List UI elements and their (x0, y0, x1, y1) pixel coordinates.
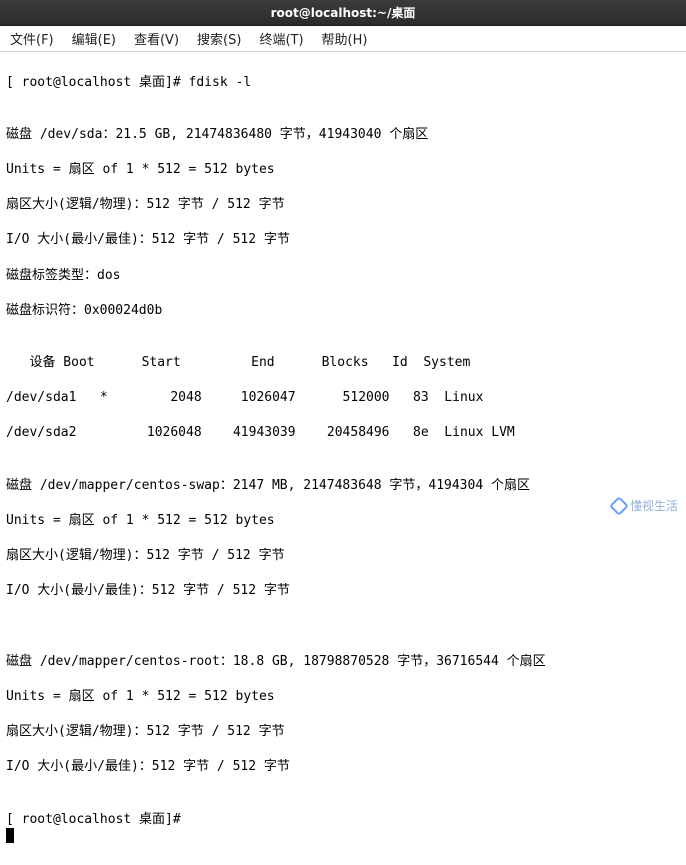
menu-file[interactable]: 文件(F) (10, 29, 54, 48)
output-line: 磁盘标识符：0x00024d0b (6, 302, 680, 320)
menubar: 文件(F) 编辑(E) 查看(V) 搜索(S) 终端(T) 帮助(H) (0, 26, 686, 52)
output-line: Units = 扇区 of 1 * 512 = 512 bytes (6, 161, 680, 179)
output-line: Units = 扇区 of 1 * 512 = 512 bytes (6, 688, 680, 706)
table-header: 设备 Boot Start End Blocks Id System (6, 354, 680, 372)
window-title: root@localhost:~/桌面 (271, 4, 416, 21)
menu-edit[interactable]: 编辑(E) (72, 29, 116, 48)
output-line: I/O 大小(最小/最佳)：512 字节 / 512 字节 (6, 582, 680, 600)
prompt-line: [ root@localhost 桌面]# (6, 812, 189, 827)
table-row: /dev/sda2 1026048 41943039 20458496 8e L… (6, 424, 680, 442)
output-line: 磁盘标签类型：dos (6, 267, 680, 285)
terminal-area[interactable]: [ root@localhost 桌面]# fdisk -l 磁盘 /dev/s… (0, 52, 686, 865)
cursor-icon (6, 828, 14, 843)
watermark-logo-icon (609, 496, 629, 516)
output-line: 扇区大小(逻辑/物理)：512 字节 / 512 字节 (6, 723, 680, 741)
window-titlebar: root@localhost:~/桌面 (0, 0, 686, 26)
prompt-line: [ root@localhost 桌面]# fdisk -l (6, 74, 680, 92)
menu-terminal[interactable]: 终端(T) (259, 29, 303, 48)
output-line: 磁盘 /dev/sda：21.5 GB, 21474836480 字节，4194… (6, 126, 680, 144)
output-line: 磁盘 /dev/mapper/centos-root：18.8 GB, 1879… (6, 653, 680, 671)
menu-view[interactable]: 查看(V) (134, 29, 179, 48)
output-line: 扇区大小(逻辑/物理)：512 字节 / 512 字节 (6, 547, 680, 565)
output-line: Units = 扇区 of 1 * 512 = 512 bytes (6, 512, 680, 530)
output-line: 磁盘 /dev/mapper/centos-swap：2147 MB, 2147… (6, 477, 680, 495)
menu-search[interactable]: 搜索(S) (197, 29, 241, 48)
watermark: 懂视生活 (612, 497, 678, 514)
output-line: I/O 大小(最小/最佳)：512 字节 / 512 字节 (6, 231, 680, 249)
menu-help[interactable]: 帮助(H) (322, 29, 368, 48)
output-line: I/O 大小(最小/最佳)：512 字节 / 512 字节 (6, 758, 680, 776)
output-line: 扇区大小(逻辑/物理)：512 字节 / 512 字节 (6, 196, 680, 214)
watermark-text: 懂视生活 (630, 497, 678, 514)
table-row: /dev/sda1 * 2048 1026047 512000 83 Linux (6, 389, 680, 407)
